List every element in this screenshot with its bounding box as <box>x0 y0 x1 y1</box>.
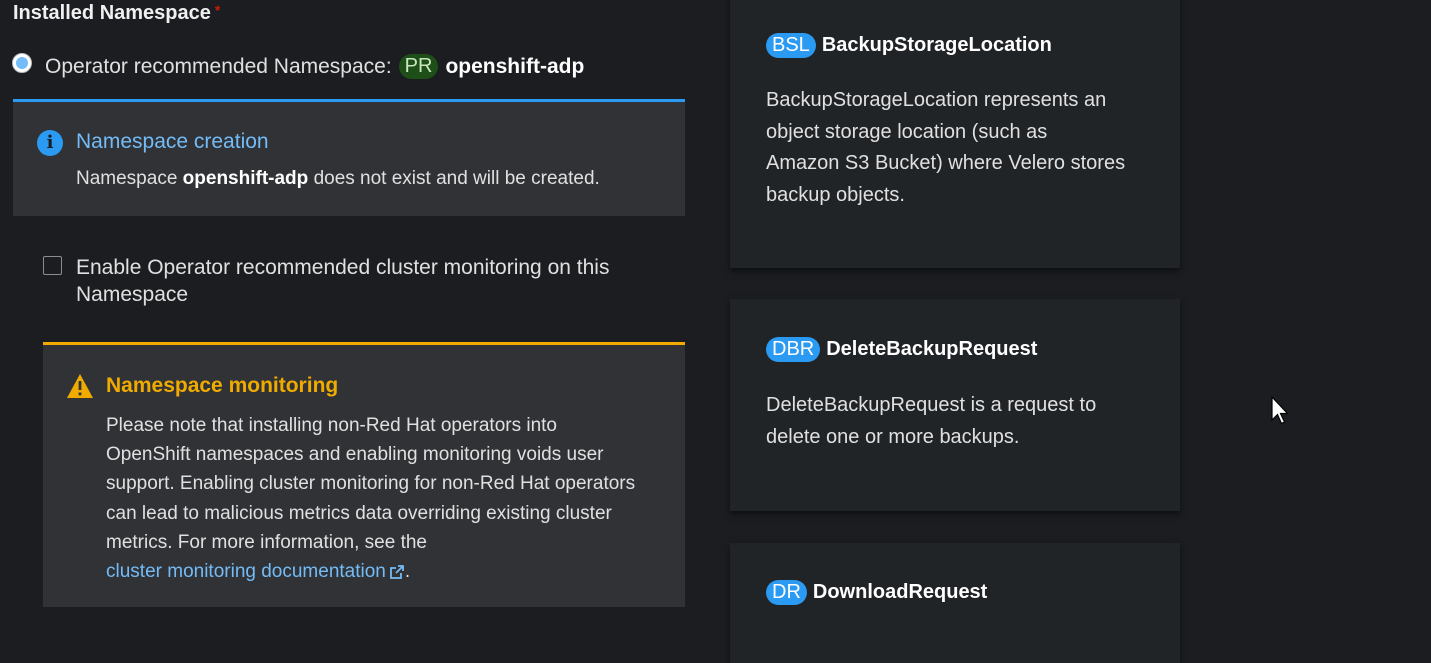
project-badge: PR <box>398 54 439 79</box>
alert-title: Namespace monitoring <box>106 374 339 397</box>
namespace-creation-alert: i Namespace creation Namespace openshift… <box>13 99 685 216</box>
info-icon: i <box>37 130 63 156</box>
recommended-namespace-radio[interactable] <box>12 53 32 73</box>
kind-badge: BSL <box>766 33 816 58</box>
card-description: BackupStorageLocation represents an obje… <box>766 89 1126 206</box>
card-backup-storage-location[interactable]: BSL BackupStorageLocation BackupStorageL… <box>730 0 1180 268</box>
required-marker: * <box>214 2 221 18</box>
namespace-monitoring-alert: Namespace monitoring Please note that in… <box>43 342 685 607</box>
installed-namespace-label: Installed Namespace * <box>13 2 221 24</box>
card-title: DeleteBackupRequest <box>826 338 1038 360</box>
kind-badge: DBR <box>766 337 821 362</box>
namespace-name: openshift-adp <box>445 54 585 78</box>
card-header: DR DownloadRequest <box>766 580 987 605</box>
cluster-monitoring-checkbox[interactable] <box>43 256 62 275</box>
alert-body: Namespace openshift-adp does not exist a… <box>76 168 600 189</box>
checkbox-label: Enable Operator recommended cluster moni… <box>76 256 610 306</box>
card-download-request[interactable]: DR DownloadRequest <box>730 543 1180 663</box>
cluster-monitoring-docs-link[interactable]: cluster monitoring documentation <box>106 561 405 582</box>
radio-label: Operator recommended Namespace: <box>45 54 392 78</box>
alert-title: Namespace creation <box>76 130 269 153</box>
card-delete-backup-request[interactable]: DBR DeleteBackupRequest DeleteBackupRequ… <box>730 299 1180 511</box>
external-link-icon <box>389 565 404 579</box>
card-description: DeleteBackupRequest is a request to dele… <box>766 394 1097 448</box>
cluster-monitoring-checkbox-row[interactable]: Enable Operator recommended cluster moni… <box>43 254 609 308</box>
alert-namespace: openshift-adp <box>182 168 309 189</box>
alert-body: Please note that installing non-Red Hat … <box>106 415 636 583</box>
recommended-namespace-radio-row[interactable]: Operator recommended Namespace: PR opens… <box>12 53 585 79</box>
mouse-cursor-icon <box>1271 396 1289 425</box>
card-title: BackupStorageLocation <box>821 34 1052 56</box>
warning-icon <box>67 374 93 398</box>
kind-badge: DR <box>766 580 807 605</box>
card-title: DownloadRequest <box>812 581 988 603</box>
card-header: BSL BackupStorageLocation <box>766 33 1052 58</box>
card-header: DBR DeleteBackupRequest <box>766 337 1037 362</box>
